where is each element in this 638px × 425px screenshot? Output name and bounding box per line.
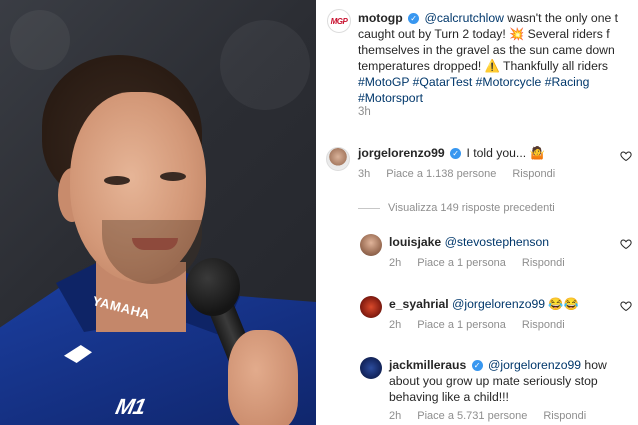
verified-icon: ✓ (450, 148, 462, 160)
post-caption: motogp ✓ @calcrutchlow wasn't the only o… (358, 10, 638, 106)
reply-username[interactable]: e_syahrial (389, 297, 449, 311)
post-time: 3h (358, 106, 371, 118)
speaker-photo: YAMAHA M1 (0, 0, 316, 425)
reply-button[interactable]: Rispondi (522, 319, 565, 331)
hashtags[interactable]: #MotoGP #QatarTest #Motorcycle #Racing (358, 74, 638, 90)
reply-mention[interactable]: @jorgelorenzo99 (488, 358, 581, 372)
reply-mention[interactable]: @jorgelorenzo99 (452, 297, 545, 311)
likes-count[interactable]: Piace a 5.731 persone (417, 410, 527, 422)
comment-username[interactable]: jorgelorenzo99 (358, 146, 445, 160)
caption-mention[interactable]: @calcrutchlow (424, 11, 503, 25)
shirt-mark: M1 (113, 394, 148, 419)
reply-louisjake: louisjake @stevostephenson (389, 234, 549, 250)
reply-username[interactable]: jackmilleraus (389, 358, 466, 372)
reply-e-syahrial: e_syahrial @jorgelorenzo99 😂😂 (389, 297, 579, 311)
verified-icon: ✓ (408, 13, 420, 25)
comment-meta: 3h Piace a 1.138 persone Rispondi (358, 168, 556, 180)
post-username[interactable]: motogp (358, 11, 403, 25)
hashtag-motorsport[interactable]: #Motorsport (358, 90, 638, 106)
reply-button[interactable]: Rispondi (543, 410, 586, 422)
reply-meta: 2h Piace a 1 persona Rispondi (389, 257, 565, 269)
likes-count[interactable]: Piace a 1 persona (417, 257, 506, 269)
view-previous-replies[interactable]: Visualizza 149 risposte precedenti (358, 202, 555, 214)
reply-username[interactable]: louisjake (389, 235, 441, 249)
replies-divider (358, 207, 380, 209)
reply-button[interactable]: Rispondi (512, 168, 555, 180)
reply-jackmilleraus: jackmilleraus ✓ @jorgelorenzo99 how abou… (389, 358, 607, 404)
jorgelorenzo-avatar[interactable] (326, 147, 350, 171)
reply-meta: 2h Piace a 1 persona Rispondi (389, 319, 565, 331)
e-syahrial-avatar[interactable] (360, 296, 382, 318)
likes-count[interactable]: Piace a 1 persona (417, 319, 506, 331)
likes-count[interactable]: Piace a 1.138 persone (386, 168, 496, 180)
heart-icon[interactable] (620, 238, 632, 250)
jackmilleraus-avatar[interactable] (360, 357, 382, 379)
heart-icon[interactable] (620, 300, 632, 312)
reply-button[interactable]: Rispondi (522, 257, 565, 269)
heart-icon[interactable] (620, 150, 632, 162)
comment-jorgelorenzo: jorgelorenzo99 ✓ I told you... 🤷 (358, 146, 545, 160)
reply-meta: 2h Piace a 5.731 persone Rispondi (389, 410, 587, 422)
reply-mention[interactable]: @stevostephenson (445, 235, 550, 249)
verified-icon: ✓ (471, 360, 483, 372)
louisjake-avatar[interactable] (360, 234, 382, 256)
motogp-avatar[interactable]: MGP (327, 9, 351, 33)
